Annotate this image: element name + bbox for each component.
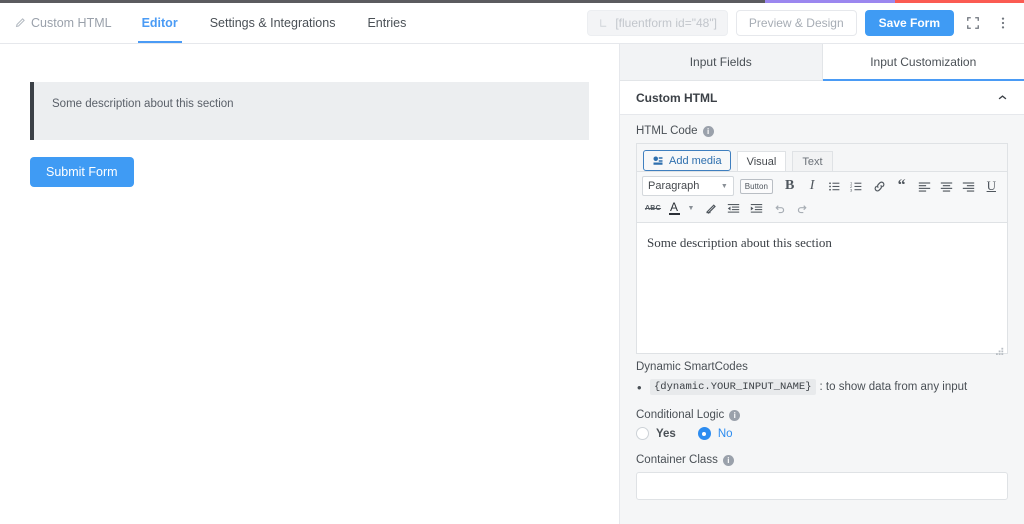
settings-panel: Input Fields Input Customization Custom …: [620, 44, 1024, 524]
nav-tab-editor[interactable]: Editor: [126, 3, 194, 43]
smartcode-chip[interactable]: {dynamic.YOUR_INPUT_NAME}: [650, 379, 816, 395]
top-bar-nav: Custom HTML Editor Settings & Integratio…: [0, 3, 422, 43]
conditional-logic-label-row: Conditional Logic i: [636, 409, 1008, 421]
smartcodes-list: {dynamic.YOUR_INPUT_NAME} : to show data…: [636, 379, 1008, 395]
info-icon[interactable]: i: [702, 125, 714, 137]
redo-icon[interactable]: [791, 198, 813, 218]
form-title: Custom HTML: [10, 3, 126, 43]
editor-toolbar-row-1: Paragraph ▼ Button B I 1 2 3 “ U: [642, 175, 1002, 197]
radio-dot: [697, 427, 711, 440]
fullscreen-icon[interactable]: [962, 12, 984, 34]
undo-icon[interactable]: [768, 198, 790, 218]
tab-input-fields[interactable]: Input Fields: [620, 44, 823, 80]
html-code-label-row: HTML Code i: [636, 125, 1008, 137]
shortcode-value: [fluentform id="48"]: [615, 16, 717, 30]
editor-content-area[interactable]: Some description about this section: [637, 223, 1007, 355]
editor-tab-visual[interactable]: Visual: [736, 151, 787, 171]
clear-formatting-icon[interactable]: [699, 198, 721, 218]
tab-input-customization[interactable]: Input Customization: [822, 44, 1024, 81]
italic-icon[interactable]: I: [801, 176, 822, 196]
link-icon[interactable]: [869, 176, 890, 196]
editor-toolbar-row-2: ABC A ▼: [642, 197, 1002, 219]
save-form-button[interactable]: Save Form: [864, 10, 954, 36]
nav-tab-entries-label: Entries: [367, 16, 407, 30]
workspace: Some description about this section Subm…: [0, 44, 1024, 524]
button-shortcode-button[interactable]: Button: [739, 178, 773, 194]
text-color-letter: A: [668, 200, 680, 215]
preview-design-button[interactable]: Preview & Design: [735, 10, 857, 36]
add-media-icon: [652, 155, 664, 167]
radio-conditional-no[interactable]: No: [697, 427, 733, 440]
strikethrough-icon[interactable]: ABC: [642, 198, 664, 218]
chevron-down-icon: ▼: [720, 182, 728, 190]
container-class-input[interactable]: [636, 472, 1008, 500]
editor-tab-text-label: Text: [802, 155, 823, 168]
info-icon[interactable]: i: [722, 454, 734, 466]
custom-html-block[interactable]: Some description about this section: [30, 82, 589, 140]
nav-tab-settings-label: Settings & Integrations: [209, 16, 336, 30]
radio-conditional-yes[interactable]: Yes: [636, 427, 676, 440]
more-vertical-icon[interactable]: [992, 12, 1014, 34]
panel-section-title: Custom HTML: [636, 90, 718, 105]
panel-tabs: Input Fields Input Customization: [620, 44, 1024, 81]
text-color-icon[interactable]: A: [665, 198, 683, 218]
editor-resize-handle[interactable]: [996, 342, 1005, 355]
list-item: {dynamic.YOUR_INPUT_NAME} : to show data…: [637, 379, 1008, 395]
editor-content-text: Some description about this section: [647, 235, 832, 250]
align-center-icon[interactable]: [936, 176, 957, 196]
nav-tab-editor-label: Editor: [141, 16, 178, 30]
form-builder-app: Custom HTML Editor Settings & Integratio…: [0, 0, 1024, 524]
underline-icon[interactable]: U: [981, 176, 1002, 196]
increase-indent-icon[interactable]: [745, 198, 767, 218]
decrease-indent-icon[interactable]: [722, 198, 744, 218]
smartcode-description: : to show data from any input: [819, 381, 968, 393]
editor-media-bar: Add media Visual Text: [637, 144, 1007, 172]
bold-icon[interactable]: B: [779, 176, 800, 196]
chevron-up-icon[interactable]: [997, 92, 1008, 103]
nav-tab-entries[interactable]: Entries: [351, 3, 422, 43]
form-canvas: Some description about this section Subm…: [0, 44, 620, 524]
editor-tab-visual-label: Visual: [746, 155, 777, 168]
numbered-list-icon[interactable]: 123: [846, 176, 867, 196]
align-right-icon[interactable]: [958, 176, 979, 196]
blockquote-icon[interactable]: “: [891, 176, 912, 196]
html-code-label: HTML Code: [636, 125, 698, 137]
wysiwyg-editor: Add media Visual Text Paragraph ▼ Button…: [636, 143, 1008, 355]
info-icon[interactable]: i: [729, 409, 741, 421]
bullet-list-icon[interactable]: [824, 176, 845, 196]
radio-conditional-yes-label: Yes: [656, 427, 676, 440]
top-bar-actions: [fluentform id="48"] Preview & Design Sa…: [587, 10, 1024, 36]
align-left-icon[interactable]: [913, 176, 934, 196]
panel-section-header[interactable]: Custom HTML: [620, 81, 1024, 115]
text-color-dropdown-icon[interactable]: ▼: [684, 198, 698, 218]
container-class-label: Container Class: [636, 454, 718, 466]
add-media-button[interactable]: Add media: [643, 150, 731, 171]
nav-tab-settings[interactable]: Settings & Integrations: [194, 3, 352, 43]
tab-input-customization-label: Input Customization: [870, 55, 977, 69]
add-media-label: Add media: [669, 154, 722, 167]
custom-html-block-text: Some description about this section: [52, 98, 234, 110]
submit-form-button[interactable]: Submit Form: [30, 157, 134, 187]
svg-text:3: 3: [850, 187, 853, 192]
top-bar: Custom HTML Editor Settings & Integratio…: [0, 3, 1024, 44]
form-title-label: Custom HTML: [31, 16, 112, 30]
container-class-label-row: Container Class i: [636, 454, 1008, 466]
radio-dot: [636, 427, 649, 440]
shortcode-field[interactable]: [fluentform id="48"]: [587, 10, 728, 36]
tab-input-fields-label: Input Fields: [689, 55, 752, 69]
pencil-icon: [14, 17, 26, 29]
conditional-logic-label: Conditional Logic: [636, 409, 725, 421]
smartcodes-title: Dynamic SmartCodes: [636, 361, 748, 373]
editor-toolbar: Paragraph ▼ Button B I 1 2 3 “ U ABC A ▼: [637, 172, 1007, 223]
copy-icon: [598, 18, 609, 29]
format-select[interactable]: Paragraph ▼: [642, 176, 734, 196]
radio-conditional-no-label: No: [717, 427, 733, 440]
format-select-label: Paragraph: [648, 180, 700, 192]
panel-body: HTML Code i Add media Visual Text Paragr…: [620, 115, 1024, 524]
conditional-logic-radios: Yes No: [636, 427, 1008, 440]
editor-tab-text[interactable]: Text: [792, 151, 833, 171]
